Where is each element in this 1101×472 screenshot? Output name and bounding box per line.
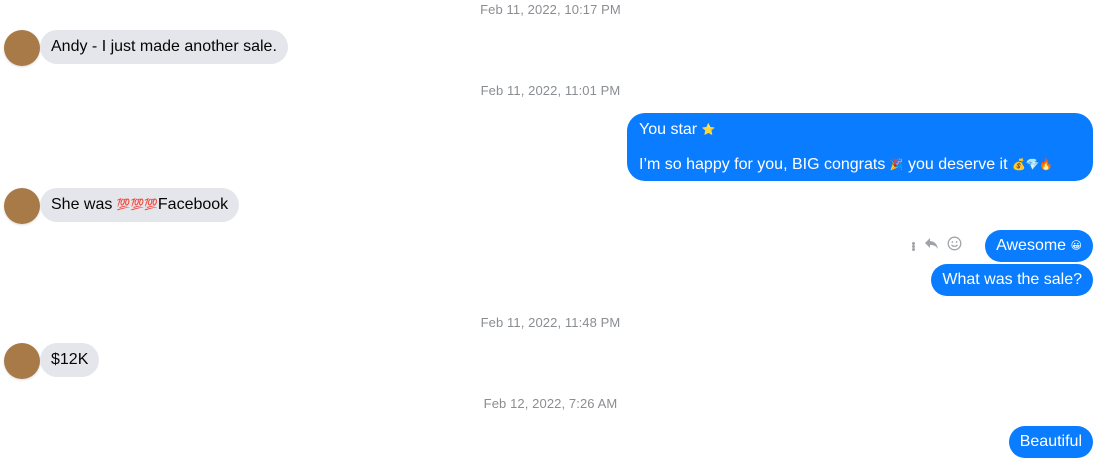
outgoing-message[interactable]: You star ⭐ I’m so happy for you, BIG con…: [627, 113, 1093, 181]
timestamp: Feb 11, 2022, 10:17 PM: [480, 2, 621, 17]
outgoing-message[interactable]: What was the sale?: [931, 264, 1093, 296]
message-text: you deserve it: [903, 156, 1008, 173]
message-text: $12K: [51, 351, 89, 368]
message-text: She was: [51, 196, 117, 213]
message-actions: [912, 235, 962, 257]
message-line: I’m so happy for you, BIG congrats 🎉 you…: [639, 155, 1053, 175]
more-vertical-icon[interactable]: [912, 241, 916, 251]
timestamp: Feb 12, 2022, 7:26 AM: [483, 396, 618, 411]
message-text: Andy - I just made another sale.: [51, 38, 277, 55]
avatar[interactable]: [4, 188, 40, 224]
party-emoji: 🎉: [889, 159, 904, 171]
reply-icon[interactable]: [924, 237, 939, 255]
smiley-icon[interactable]: [947, 236, 962, 256]
incoming-message[interactable]: Andy - I just made another sale.: [40, 30, 288, 64]
avatar[interactable]: [4, 30, 40, 66]
message-text: You star: [639, 121, 698, 138]
star-emoji: ⭐: [701, 124, 716, 136]
avatar[interactable]: [4, 343, 40, 379]
incoming-message[interactable]: $12K: [40, 343, 100, 377]
outgoing-message[interactable]: Beautiful: [1008, 426, 1093, 458]
message-text: I’m so happy for you, BIG congrats: [639, 156, 886, 173]
timestamp: Feb 11, 2022, 11:48 PM: [480, 315, 621, 330]
message-line: You star ⭐: [639, 120, 715, 140]
message-text: Facebook: [157, 196, 229, 213]
hundred-emoji: 💯💯💯: [116, 199, 158, 211]
message-text: What was the sale?: [942, 271, 1082, 288]
message-text: Awesome: [996, 237, 1067, 254]
timestamp: Feb 11, 2022, 11:01 PM: [480, 83, 621, 98]
incoming-message[interactable]: She was 💯💯💯Facebook: [40, 188, 240, 222]
message-text: Beautiful: [1019, 433, 1082, 450]
grinning-emoji: 😀: [1070, 240, 1082, 252]
outgoing-message[interactable]: Awesome 😀: [985, 230, 1093, 262]
money-diamond-fire-emoji: 💰💎🔥: [1012, 159, 1054, 171]
